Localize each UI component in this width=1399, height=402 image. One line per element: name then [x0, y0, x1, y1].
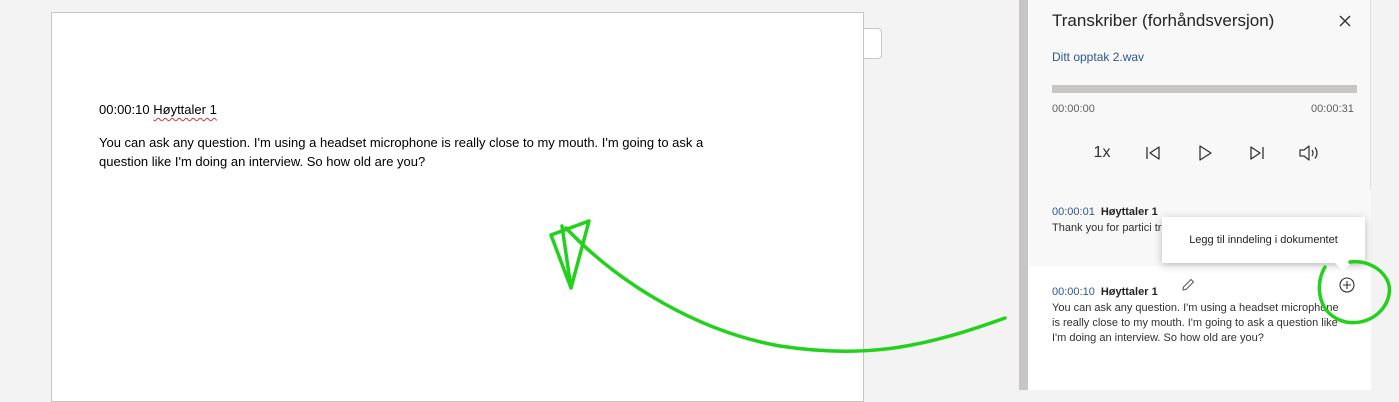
entry-speaker: Høyttaler 1 — [1100, 286, 1158, 298]
volume-button[interactable] — [1296, 140, 1322, 166]
page-side-tab — [864, 28, 882, 59]
document-speaker: Høyttaler 1 — [153, 102, 217, 117]
pencil-icon — [1182, 278, 1195, 291]
entry-header: 00:00:01 Høyttaler 1 — [1052, 202, 1158, 220]
skip-back-icon — [1146, 146, 1160, 160]
play-button[interactable] — [1194, 140, 1216, 166]
add-circle-icon — [1339, 277, 1355, 293]
skip-forward-icon — [1250, 146, 1264, 160]
current-time: 00:00:00 — [1052, 103, 1095, 115]
entry-header: 00:00:10 Høyttaler 1 — [1052, 282, 1158, 300]
entry-timestamp-link[interactable]: 00:00:01 — [1052, 206, 1095, 218]
pane-title: Transkriber (forhåndsversjon) — [1052, 11, 1275, 30]
entry-timestamp-link[interactable]: 00:00:10 — [1052, 286, 1095, 298]
document-page[interactable] — [51, 12, 864, 402]
close-button[interactable] — [1333, 9, 1357, 33]
total-time: 00:00:31 — [1311, 103, 1354, 115]
add-to-document-tooltip: Legg til inndeling i dokumentet — [1162, 217, 1365, 263]
document-timestamp: 00:00:10 — [99, 102, 150, 117]
pane-splitter[interactable] — [1019, 0, 1028, 390]
tooltip-arrow — [1335, 263, 1351, 271]
add-to-document-button[interactable] — [1338, 276, 1358, 296]
document-body-text[interactable]: You can ask any question. I'm using a he… — [99, 133, 739, 171]
playback-controls: 1x — [1090, 140, 1330, 166]
close-icon — [1339, 15, 1351, 27]
document-heading[interactable]: 00:00:10 Høyttaler 1 — [99, 102, 217, 117]
file-name-link[interactable]: Ditt opptak 2.wav — [1052, 50, 1144, 64]
skip-forward-button[interactable] — [1246, 140, 1268, 166]
skip-back-button[interactable] — [1142, 140, 1164, 166]
pane-scroll-area — [1371, 0, 1399, 390]
transcript-entry-selected[interactable]: 00:00:10 Høyttaler 1 You can ask any ques… — [1028, 266, 1371, 390]
edit-button[interactable] — [1181, 278, 1199, 296]
entry-speaker: Høyttaler 1 — [1100, 206, 1158, 218]
entry-text: You can ask any question. I'm using a he… — [1052, 302, 1339, 344]
playback-progress-bar[interactable] — [1052, 85, 1357, 93]
speed-button[interactable]: 1x — [1090, 140, 1114, 166]
play-icon — [1199, 145, 1212, 161]
volume-icon — [1299, 145, 1318, 161]
